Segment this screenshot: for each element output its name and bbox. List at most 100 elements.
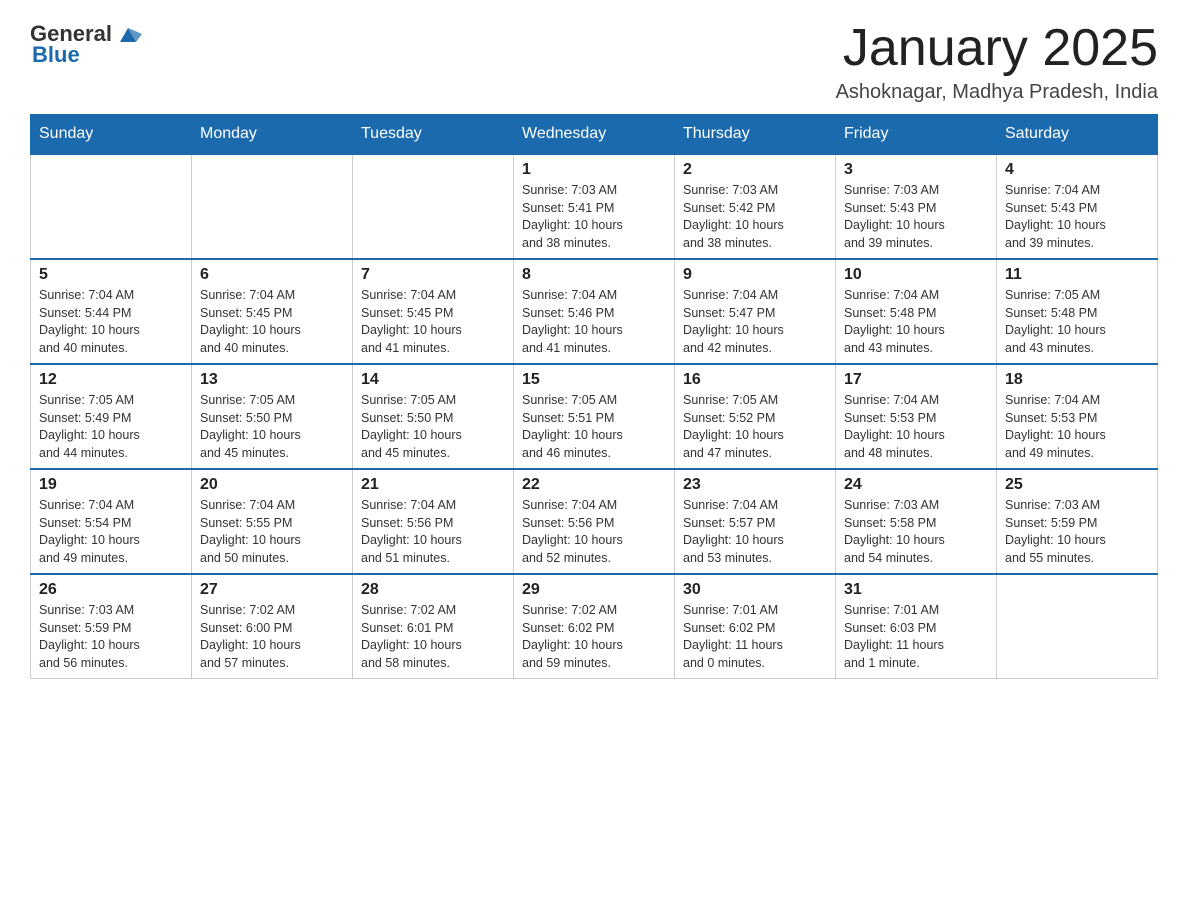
calendar-cell: 24 Sunrise: 7:03 AM Sunset: 5:58 PM Dayli… <box>836 469 997 574</box>
day-of-week-header: Wednesday <box>514 115 675 155</box>
calendar-cell: 12Sunrise: 7:05 AM Sunset: 5:49 PM Dayli… <box>31 364 192 469</box>
day-info: Sunrise: 7:03 AM Sunset: 5:59 PM Dayligh… <box>1005 497 1149 567</box>
calendar-cell: 23 Sunrise: 7:04 AM Sunset: 5:57 PM Dayli… <box>675 469 836 574</box>
day-info: Sunrise: 7:01 AM Sunset: 6:02 PM Dayligh… <box>683 602 827 672</box>
day-of-week-header: Friday <box>836 115 997 155</box>
day-info: Sunrise: 7:04 AM Sunset: 5:53 PM Dayligh… <box>844 392 988 462</box>
calendar-cell: 31 Sunrise: 7:01 AM Sunset: 6:03 PM Dayli… <box>836 574 997 679</box>
day-number: 20 <box>200 476 344 494</box>
day-info: Sunrise: 7:03 AM Sunset: 5:59 PM Dayligh… <box>39 602 183 672</box>
location: Ashoknagar, Madhya Pradesh, India <box>836 81 1158 104</box>
calendar-cell: 17 Sunrise: 7:04 AM Sunset: 5:53 PM Dayli… <box>836 364 997 469</box>
day-number: 7 <box>361 266 505 284</box>
day-number: 15 <box>522 371 666 389</box>
calendar-cell: 14 Sunrise: 7:05 AM Sunset: 5:50 PM Dayli… <box>353 364 514 469</box>
calendar-cell: 27Sunrise: 7:02 AM Sunset: 6:00 PM Dayli… <box>192 574 353 679</box>
day-of-week-header: Sunday <box>31 115 192 155</box>
calendar-cell: 4 Sunrise: 7:04 AM Sunset: 5:43 PM Daylig… <box>997 154 1158 259</box>
day-info: Sunrise: 7:05 AM Sunset: 5:49 PM Dayligh… <box>39 392 183 462</box>
calendar-cell: 30 Sunrise: 7:01 AM Sunset: 6:02 PM Dayli… <box>675 574 836 679</box>
day-number: 10 <box>844 266 988 284</box>
day-info: Sunrise: 7:04 AM Sunset: 5:47 PM Dayligh… <box>683 287 827 357</box>
day-info: Sunrise: 7:04 AM Sunset: 5:45 PM Dayligh… <box>361 287 505 357</box>
calendar-cell: 6 Sunrise: 7:04 AM Sunset: 5:45 PM Daylig… <box>192 259 353 364</box>
day-number: 24 <box>844 476 988 494</box>
calendar-cell: 15 Sunrise: 7:05 AM Sunset: 5:51 PM Dayli… <box>514 364 675 469</box>
day-info: Sunrise: 7:05 AM Sunset: 5:48 PM Dayligh… <box>1005 287 1149 357</box>
calendar-cell <box>353 154 514 259</box>
day-info: Sunrise: 7:02 AM Sunset: 6:00 PM Dayligh… <box>200 602 344 672</box>
day-number: 13 <box>200 371 344 389</box>
day-number: 30 <box>683 581 827 599</box>
calendar-cell: 22Sunrise: 7:04 AM Sunset: 5:56 PM Dayli… <box>514 469 675 574</box>
day-info: Sunrise: 7:05 AM Sunset: 5:50 PM Dayligh… <box>361 392 505 462</box>
calendar-cell: 29Sunrise: 7:02 AM Sunset: 6:02 PM Dayli… <box>514 574 675 679</box>
day-info: Sunrise: 7:05 AM Sunset: 5:52 PM Dayligh… <box>683 392 827 462</box>
logo-blue-text: Blue <box>32 42 80 68</box>
day-info: Sunrise: 7:04 AM Sunset: 5:45 PM Dayligh… <box>200 287 344 357</box>
logo: General Blue <box>30 20 142 68</box>
calendar-cell: 9Sunrise: 7:04 AM Sunset: 5:47 PM Daylig… <box>675 259 836 364</box>
day-info: Sunrise: 7:04 AM Sunset: 5:55 PM Dayligh… <box>200 497 344 567</box>
day-of-week-header: Thursday <box>675 115 836 155</box>
day-info: Sunrise: 7:03 AM Sunset: 5:58 PM Dayligh… <box>844 497 988 567</box>
day-number: 18 <box>1005 371 1149 389</box>
day-number: 4 <box>1005 161 1149 179</box>
calendar-cell: 1Sunrise: 7:03 AM Sunset: 5:41 PM Daylig… <box>514 154 675 259</box>
calendar-cell: 28 Sunrise: 7:02 AM Sunset: 6:01 PM Dayli… <box>353 574 514 679</box>
day-info: Sunrise: 7:04 AM Sunset: 5:44 PM Dayligh… <box>39 287 183 357</box>
day-number: 6 <box>200 266 344 284</box>
day-number: 11 <box>1005 266 1149 284</box>
calendar-header-row: SundayMondayTuesdayWednesdayThursdayFrid… <box>31 115 1158 155</box>
calendar-cell: 21Sunrise: 7:04 AM Sunset: 5:56 PM Dayli… <box>353 469 514 574</box>
calendar-cell: 19Sunrise: 7:04 AM Sunset: 5:54 PM Dayli… <box>31 469 192 574</box>
day-number: 3 <box>844 161 988 179</box>
calendar-cell: 26 Sunrise: 7:03 AM Sunset: 5:59 PM Dayli… <box>31 574 192 679</box>
day-number: 29 <box>522 581 666 599</box>
day-info: Sunrise: 7:04 AM Sunset: 5:48 PM Dayligh… <box>844 287 988 357</box>
calendar-cell: 20 Sunrise: 7:04 AM Sunset: 5:55 PM Dayli… <box>192 469 353 574</box>
calendar-cell: 10 Sunrise: 7:04 AM Sunset: 5:48 PM Dayli… <box>836 259 997 364</box>
day-number: 26 <box>39 581 183 599</box>
logo-icon <box>114 20 142 48</box>
calendar-cell: 18 Sunrise: 7:04 AM Sunset: 5:53 PM Dayli… <box>997 364 1158 469</box>
day-number: 1 <box>522 161 666 179</box>
calendar-cell: 16 Sunrise: 7:05 AM Sunset: 5:52 PM Dayli… <box>675 364 836 469</box>
calendar-cell <box>997 574 1158 679</box>
calendar-week-row: 12Sunrise: 7:05 AM Sunset: 5:49 PM Dayli… <box>31 364 1158 469</box>
day-number: 5 <box>39 266 183 284</box>
calendar-cell: 2 Sunrise: 7:03 AM Sunset: 5:42 PM Daylig… <box>675 154 836 259</box>
day-info: Sunrise: 7:04 AM Sunset: 5:53 PM Dayligh… <box>1005 392 1149 462</box>
day-of-week-header: Monday <box>192 115 353 155</box>
day-number: 31 <box>844 581 988 599</box>
calendar-week-row: 19Sunrise: 7:04 AM Sunset: 5:54 PM Dayli… <box>31 469 1158 574</box>
day-number: 21 <box>361 476 505 494</box>
day-number: 16 <box>683 371 827 389</box>
day-number: 17 <box>844 371 988 389</box>
day-of-week-header: Tuesday <box>353 115 514 155</box>
month-title: January 2025 <box>836 20 1158 77</box>
day-info: Sunrise: 7:03 AM Sunset: 5:42 PM Dayligh… <box>683 182 827 252</box>
day-info: Sunrise: 7:04 AM Sunset: 5:46 PM Dayligh… <box>522 287 666 357</box>
day-info: Sunrise: 7:04 AM Sunset: 5:43 PM Dayligh… <box>1005 182 1149 252</box>
calendar-cell <box>31 154 192 259</box>
day-info: Sunrise: 7:05 AM Sunset: 5:51 PM Dayligh… <box>522 392 666 462</box>
day-number: 28 <box>361 581 505 599</box>
calendar-cell: 5 Sunrise: 7:04 AM Sunset: 5:44 PM Daylig… <box>31 259 192 364</box>
day-info: Sunrise: 7:04 AM Sunset: 5:56 PM Dayligh… <box>522 497 666 567</box>
day-info: Sunrise: 7:01 AM Sunset: 6:03 PM Dayligh… <box>844 602 988 672</box>
calendar-cell: 25 Sunrise: 7:03 AM Sunset: 5:59 PM Dayli… <box>997 469 1158 574</box>
day-number: 23 <box>683 476 827 494</box>
day-number: 2 <box>683 161 827 179</box>
calendar-cell: 13 Sunrise: 7:05 AM Sunset: 5:50 PM Dayli… <box>192 364 353 469</box>
day-info: Sunrise: 7:04 AM Sunset: 5:57 PM Dayligh… <box>683 497 827 567</box>
calendar-cell: 7 Sunrise: 7:04 AM Sunset: 5:45 PM Daylig… <box>353 259 514 364</box>
calendar-cell: 8Sunrise: 7:04 AM Sunset: 5:46 PM Daylig… <box>514 259 675 364</box>
day-of-week-header: Saturday <box>997 115 1158 155</box>
day-number: 14 <box>361 371 505 389</box>
day-number: 25 <box>1005 476 1149 494</box>
title-block: January 2025 Ashoknagar, Madhya Pradesh,… <box>836 20 1158 104</box>
day-info: Sunrise: 7:05 AM Sunset: 5:50 PM Dayligh… <box>200 392 344 462</box>
day-info: Sunrise: 7:03 AM Sunset: 5:43 PM Dayligh… <box>844 182 988 252</box>
day-info: Sunrise: 7:02 AM Sunset: 6:01 PM Dayligh… <box>361 602 505 672</box>
